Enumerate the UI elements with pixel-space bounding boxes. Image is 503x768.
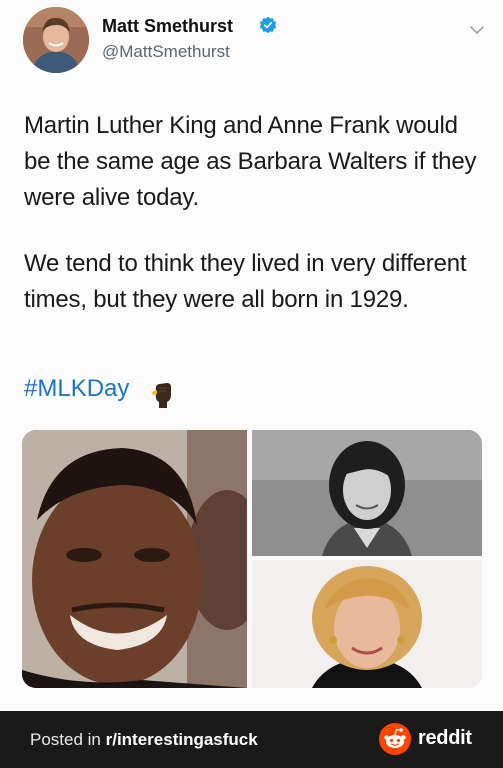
reddit-logo-icon[interactable] bbox=[379, 723, 411, 755]
subreddit-name[interactable]: r/interestingasfuck bbox=[106, 730, 258, 749]
author-name[interactable]: Matt Smethurst bbox=[102, 16, 233, 37]
hashtag-link[interactable]: #MLKDay bbox=[24, 375, 129, 403]
tweet-media-grid[interactable] bbox=[22, 430, 482, 688]
reddit-wordmark[interactable]: reddit bbox=[418, 727, 472, 750]
posted-in-label[interactable]: Posted in r/interestingasfuck bbox=[30, 730, 258, 750]
tweet-text-paragraph-2: We tend to think they lived in very diff… bbox=[24, 250, 467, 313]
photo-barbara-walters[interactable] bbox=[252, 560, 482, 688]
author-avatar[interactable] bbox=[23, 7, 89, 73]
posted-prefix: Posted in bbox=[30, 730, 106, 749]
reddit-footer-bar: Posted in r/interestingasfuck reddit bbox=[0, 711, 503, 768]
tweet-card: Matt Smethurst @MattSmethurst Martin Lut… bbox=[0, 0, 503, 711]
photo-martin-luther-king[interactable] bbox=[22, 430, 247, 688]
photo-anne-frank[interactable] bbox=[252, 430, 482, 556]
author-handle[interactable]: @MattSmethurst bbox=[102, 42, 230, 62]
verified-badge-icon bbox=[259, 16, 277, 34]
raised-fist-emoji-icon bbox=[152, 383, 171, 408]
chevron-down-icon[interactable] bbox=[469, 22, 485, 38]
tweet-text-paragraph-1: Martin Luther King and Anne Frank would … bbox=[24, 112, 477, 211]
